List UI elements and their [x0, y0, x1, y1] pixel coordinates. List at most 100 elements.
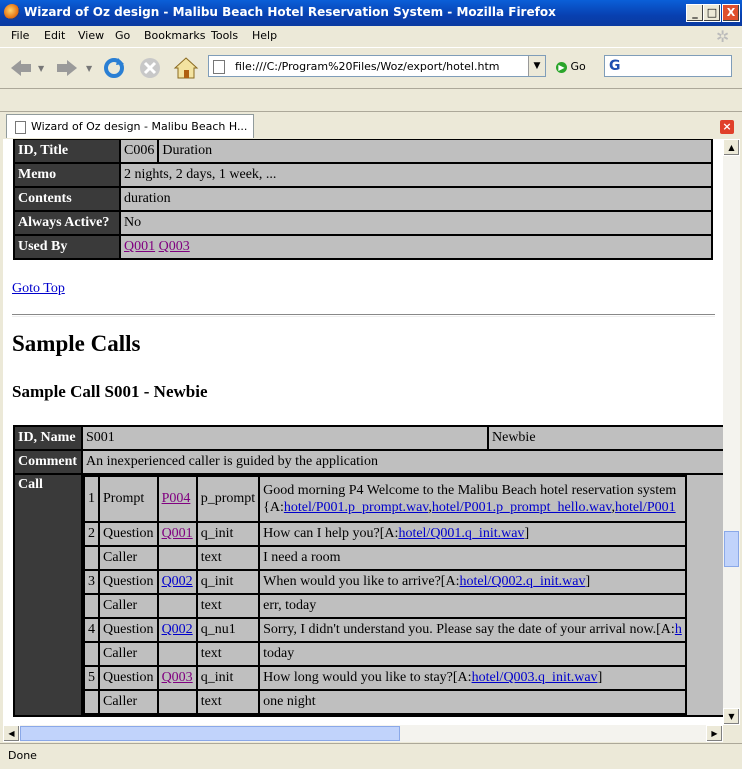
- stop-icon: [140, 58, 160, 78]
- step-id: text: [197, 595, 259, 617]
- step-text: Sorry, I didn't understand you. Please s…: [260, 619, 685, 641]
- audio-link[interactable]: hotel/Q001.q_init.wav: [398, 526, 524, 541]
- comment-label: Comment: [15, 451, 81, 473]
- step-ref: [158, 595, 196, 617]
- concept-table: ID, Title C006 Duration Memo 2 nights, 2…: [13, 139, 713, 260]
- step-ref-link[interactable]: Q003: [162, 670, 193, 685]
- table-row: Caller text one night: [85, 691, 685, 713]
- menu-tools[interactable]: Tools: [211, 29, 238, 42]
- back-button[interactable]: [8, 56, 34, 80]
- scroll-right-icon[interactable]: ▶: [706, 725, 723, 742]
- step-id: q_nu1: [197, 619, 259, 641]
- scroll-up-icon[interactable]: ▲: [723, 139, 740, 156]
- table-row: 3 Question Q002 q_init When would you li…: [85, 571, 685, 593]
- forward-button[interactable]: [54, 56, 80, 80]
- table-row: Caller text err, today: [85, 595, 685, 617]
- audio-link[interactable]: hotel/Q002.q_init.wav: [459, 574, 585, 589]
- step-number: 5: [85, 667, 98, 689]
- vertical-scroll-thumb[interactable]: [724, 531, 739, 567]
- menu-bookmarks[interactable]: Bookmarks: [144, 29, 205, 42]
- contents-value: duration: [121, 188, 711, 210]
- status-text: Done: [8, 749, 37, 762]
- reload-icon: [104, 58, 124, 78]
- home-button[interactable]: [173, 56, 199, 80]
- call-label: Call: [15, 475, 81, 715]
- memo-label: Memo: [15, 164, 119, 186]
- maximize-button[interactable]: □: [703, 4, 721, 22]
- used-by-link-q001[interactable]: Q001: [124, 239, 155, 254]
- menu-view[interactable]: View: [78, 29, 104, 42]
- step-number: [85, 691, 98, 713]
- title-bar: Wizard of Oz design - Malibu Beach Hotel…: [0, 0, 742, 26]
- step-ref-link[interactable]: Q002: [162, 574, 193, 589]
- menu-help[interactable]: Help: [252, 29, 277, 42]
- menu-file[interactable]: File: [11, 29, 29, 42]
- back-dropdown-icon[interactable]: ▼: [38, 64, 44, 73]
- step-ref-link[interactable]: Q002: [162, 622, 193, 637]
- menu-go[interactable]: Go: [115, 29, 130, 42]
- step-number: 2: [85, 523, 98, 545]
- used-by-label: Used By: [15, 236, 119, 258]
- call-name: Newbie: [489, 427, 723, 449]
- close-button[interactable]: X: [722, 4, 740, 22]
- step-role: Question: [100, 523, 157, 545]
- tab-hotel[interactable]: Wizard of Oz design - Malibu Beach H...: [6, 114, 254, 138]
- always-active-value: No: [121, 212, 711, 234]
- step-ref: [158, 643, 196, 665]
- concept-title: Duration: [159, 140, 711, 162]
- scroll-left-icon[interactable]: ◀: [3, 725, 20, 742]
- go-icon: ▶: [556, 61, 567, 73]
- audio-link[interactable]: hotel/P001.p_prompt_hello.wav: [432, 500, 612, 515]
- forward-dropdown-icon[interactable]: ▼: [86, 64, 92, 73]
- step-ref: [158, 547, 196, 569]
- goto-top-link[interactable]: Goto Top: [12, 281, 65, 297]
- used-by-link-q003[interactable]: Q003: [159, 239, 190, 254]
- table-row: 1 Prompt P004 p_prompt Good morning P4 W…: [85, 477, 685, 521]
- call-id: S001: [83, 427, 487, 449]
- divider: [12, 314, 715, 317]
- audio-link[interactable]: hotel/P001: [615, 500, 676, 515]
- reload-button[interactable]: [101, 56, 127, 80]
- table-row: Caller text today: [85, 643, 685, 665]
- menu-edit[interactable]: Edit: [44, 29, 65, 42]
- forward-arrow-icon: [57, 60, 77, 76]
- id-title-label: ID, Title: [15, 140, 119, 162]
- google-search-icon: G: [609, 58, 621, 74]
- sample-call-heading: Sample Call S001 - Newbie: [12, 382, 208, 401]
- horizontal-scroll-thumb[interactable]: [20, 726, 400, 741]
- table-row: 5 Question Q003 q_init How long would yo…: [85, 667, 685, 689]
- bookmarks-toolbar: [0, 88, 742, 111]
- table-row: Caller text I need a room: [85, 547, 685, 569]
- step-ref-link[interactable]: P004: [162, 491, 191, 506]
- step-text: err, today: [260, 595, 685, 617]
- stop-button[interactable]: [137, 56, 163, 80]
- step-text: I need a room: [260, 547, 685, 569]
- concept-id: C006: [121, 140, 158, 162]
- url-dropdown-icon[interactable]: ▼: [528, 56, 545, 76]
- contents-label: Contents: [15, 188, 119, 210]
- vertical-scrollbar[interactable]: ▲ ▼: [723, 139, 740, 725]
- step-id: p_prompt: [197, 477, 259, 521]
- url-bar[interactable]: file:///C:/Program%20Files/Woz/export/ho…: [208, 55, 546, 77]
- id-name-label: ID, Name: [15, 427, 81, 449]
- firefox-icon: [4, 4, 20, 20]
- go-button[interactable]: ▶ Go: [556, 60, 586, 73]
- scroll-down-icon[interactable]: ▼: [723, 708, 740, 725]
- close-tab-icon[interactable]: ×: [720, 120, 734, 134]
- step-role: Prompt: [100, 477, 157, 521]
- audio-link[interactable]: hotel/Q003.q_init.wav: [472, 670, 598, 685]
- url-text[interactable]: file:///C:/Program%20Files/Woz/export/ho…: [235, 60, 500, 73]
- call-steps-table: 1 Prompt P004 p_prompt Good morning P4 W…: [83, 475, 687, 715]
- audio-link[interactable]: h: [675, 622, 682, 637]
- step-number: [85, 643, 98, 665]
- step-ref-link[interactable]: Q001: [162, 526, 193, 541]
- horizontal-scrollbar[interactable]: ◀ ▶: [3, 725, 723, 742]
- step-role: Caller: [100, 643, 157, 665]
- menu-bar: File Edit View Go Bookmarks Tools Help ✲: [0, 26, 742, 46]
- home-icon: [173, 57, 199, 79]
- search-input[interactable]: G: [604, 55, 732, 77]
- step-role: Caller: [100, 595, 157, 617]
- step-role: Question: [100, 667, 157, 689]
- minimize-button[interactable]: _: [686, 4, 704, 22]
- audio-link[interactable]: hotel/P001.p_prompt.wav: [284, 500, 429, 515]
